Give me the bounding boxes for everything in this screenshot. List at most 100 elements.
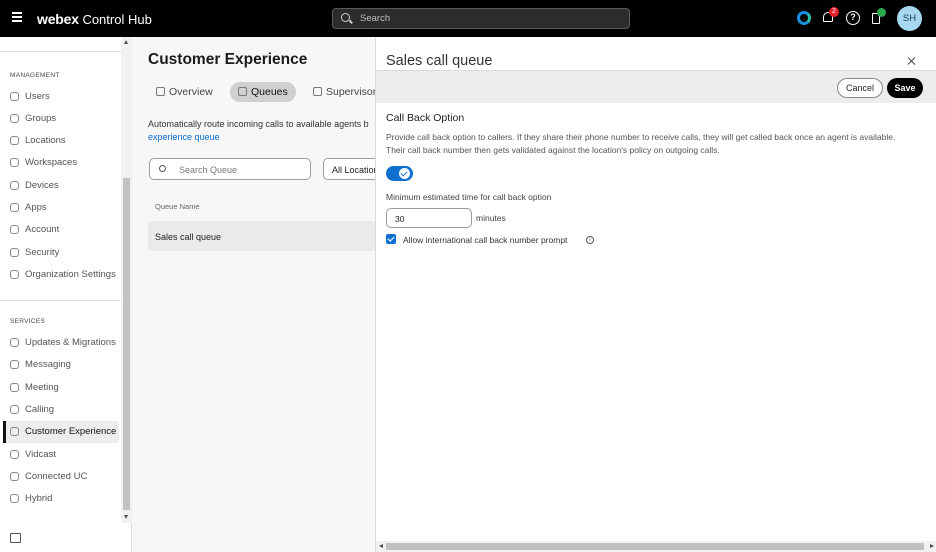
international-callback-label[interactable]: Allow international call back number pro…: [403, 235, 567, 245]
location-filter-select[interactable]: All Locations: [323, 158, 375, 180]
sidebar-scroll-thumb[interactable]: [123, 178, 130, 510]
search-icon: [341, 13, 350, 22]
sidebar-item-label: Customer Experience: [25, 426, 117, 437]
location-icon: [10, 136, 19, 145]
sidebar-item-label: Security: [25, 247, 60, 258]
sidebar-item-label: Groups: [25, 113, 57, 124]
sidebar-item-label: Hybrid: [25, 493, 53, 504]
toggle-knob-check-icon: [399, 168, 410, 179]
account-icon: [10, 225, 19, 234]
description-link[interactable]: experience queue: [148, 131, 369, 144]
groups-icon: [10, 114, 19, 123]
search-icon: [159, 165, 166, 172]
workspace-icon: [10, 158, 19, 167]
section-title: Call Back Option: [386, 112, 465, 124]
panel-title: Sales call queue: [386, 53, 493, 69]
sidebar-item-label: Vidcast: [25, 449, 56, 460]
settings-icon: [10, 270, 19, 279]
sidebar-item-calling[interactable]: Calling: [4, 399, 119, 421]
customer-experience-icon: [10, 427, 19, 436]
notifications-bell-icon[interactable]: 2: [821, 7, 839, 25]
scroll-down-arrow-icon[interactable]: [124, 515, 128, 519]
tab-label: Supervisor: [326, 86, 375, 98]
apps-icon: [10, 203, 19, 212]
sidebar-item-workspaces[interactable]: Workspaces: [4, 152, 119, 174]
min-time-label: Minimum estimated time for call back opt…: [386, 192, 552, 202]
sidebar-item-label: Workspaces: [25, 157, 78, 168]
sidebar-item-customer-experience[interactable]: Customer Experience: [3, 421, 119, 443]
sidebar-nav: MANAGEMENT Users Groups Locations Worksp…: [0, 37, 132, 552]
sidebar-item-hybrid[interactable]: Hybrid: [4, 488, 119, 510]
scroll-up-arrow-icon[interactable]: [124, 40, 128, 44]
sidebar-item-account[interactable]: Account: [4, 219, 119, 241]
sidebar-item-apps[interactable]: Apps: [4, 197, 119, 219]
sidebar-item-label: Connected UC: [25, 471, 88, 482]
table-row[interactable]: Sales call queue: [148, 221, 375, 251]
panel-action-bar: Cancel Save: [376, 70, 936, 103]
sidebar-item-label: Calling: [25, 404, 55, 415]
queue-detail-panel: Sales call queue Cancel Save Call Back O…: [375, 37, 936, 552]
connected-uc-icon: [10, 472, 19, 481]
sidebar-item-organization-settings[interactable]: Organization Settings: [4, 264, 119, 286]
sidebar-item-locations[interactable]: Locations: [4, 130, 119, 152]
scroll-left-arrow-icon[interactable]: [379, 544, 383, 548]
notifications-badge: 2: [829, 7, 839, 17]
close-icon[interactable]: [906, 56, 917, 67]
meeting-icon: [10, 383, 19, 392]
sidebar-section-services: SERVICES: [10, 318, 46, 325]
save-button[interactable]: Save: [887, 78, 923, 98]
user-avatar[interactable]: SH: [897, 6, 922, 31]
international-callback-checkbox[interactable]: [386, 234, 396, 244]
sidebar-item-users[interactable]: Users: [4, 86, 119, 108]
sidebar-item-messaging[interactable]: Messaging: [4, 354, 119, 376]
sidebar-scrollbar[interactable]: [121, 37, 132, 523]
sidebar-item-updates-migrations[interactable]: Updates & Migrations: [4, 332, 119, 354]
sidebar-item-label: Updates & Migrations: [25, 337, 116, 348]
queue-name-cell: Sales call queue: [155, 232, 222, 242]
scroll-right-arrow-icon[interactable]: [930, 544, 934, 548]
refresh-icon: [10, 338, 19, 347]
brand-product: Control Hub: [82, 12, 152, 27]
tab-label: Overview: [169, 86, 213, 98]
horizontal-scroll-thumb[interactable]: [386, 543, 924, 550]
call-back-toggle[interactable]: [386, 166, 413, 181]
queues-description: Automatically route incoming calls to av…: [148, 118, 369, 144]
menu-icon[interactable]: [12, 12, 22, 24]
tab-overview[interactable]: Overview: [156, 82, 213, 102]
cancel-button[interactable]: Cancel: [837, 78, 883, 98]
webex-app-icon[interactable]: [797, 11, 811, 25]
sidebar-item-connected-uc[interactable]: Connected UC: [4, 466, 119, 488]
security-icon: [10, 248, 19, 257]
sidebar-item-label: Meeting: [25, 382, 59, 393]
tab-queues[interactable]: Queues: [230, 82, 296, 102]
description-text: Automatically route incoming calls to av…: [148, 119, 369, 129]
panel-horizontal-scrollbar[interactable]: [376, 541, 936, 552]
sidebar-section-management: MANAGEMENT: [10, 72, 60, 79]
brand-name: webex: [37, 11, 79, 27]
sidebar-item-devices[interactable]: Devices: [4, 175, 119, 197]
help-icon[interactable]: ?: [846, 11, 860, 25]
tasks-icon[interactable]: [870, 8, 886, 25]
sidebar-item-groups[interactable]: Groups: [4, 108, 119, 130]
tab-label: Queues: [251, 86, 288, 98]
info-icon[interactable]: i: [586, 236, 594, 244]
sidebar-item-security[interactable]: Security: [4, 242, 119, 264]
main-content: Customer Experience Overview Queues Supe…: [132, 37, 375, 552]
global-search-placeholder: Search: [360, 13, 391, 24]
search-queue-input[interactable]: Search Queue: [149, 158, 311, 180]
call-back-description: Provide call back option to callers. If …: [386, 132, 896, 155]
app-logo[interactable]: webex Control Hub: [37, 11, 152, 27]
column-header-queue-name[interactable]: Queue Name: [155, 202, 200, 211]
global-search-input[interactable]: Search: [332, 8, 630, 29]
sidebar-item-meeting[interactable]: Meeting: [4, 377, 119, 399]
min-time-input[interactable]: 30: [386, 208, 472, 228]
tasks-status-badge: [877, 8, 886, 17]
top-bar: webex Control Hub Search 2 ? SH: [0, 0, 936, 37]
min-time-unit: minutes: [476, 213, 506, 223]
sidebar-item-vidcast[interactable]: Vidcast: [4, 444, 119, 466]
sidebar-item-label: Apps: [25, 202, 47, 213]
phone-icon: [10, 405, 19, 414]
collapse-sidebar-icon[interactable]: [10, 533, 21, 543]
search-queue-placeholder: Search Queue: [179, 165, 238, 175]
tab-supervisor[interactable]: Supervisor: [313, 82, 375, 102]
